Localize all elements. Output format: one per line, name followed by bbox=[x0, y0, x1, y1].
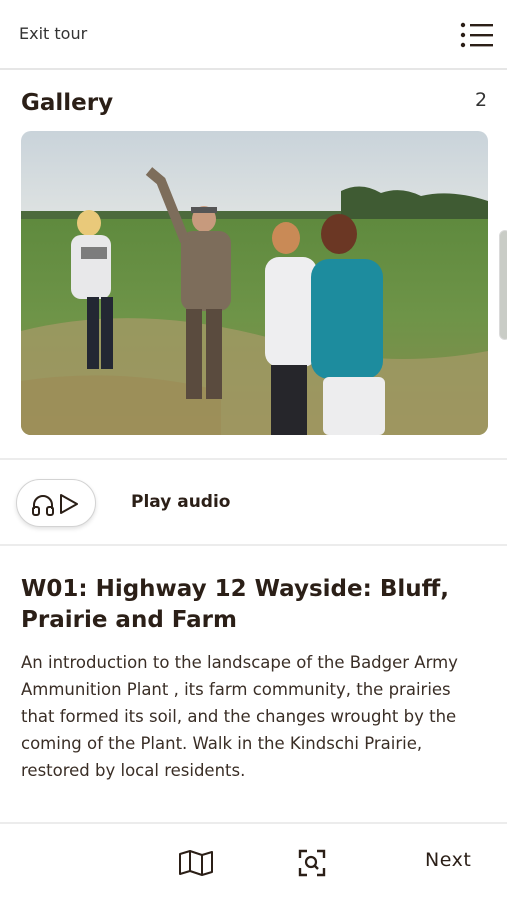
play-audio-label[interactable]: Play audio bbox=[131, 492, 231, 512]
bottom-nav: Next bbox=[0, 822, 507, 900]
top-bar: Exit tour bbox=[0, 0, 507, 70]
list-menu-icon[interactable] bbox=[460, 22, 494, 48]
gallery-title: Gallery bbox=[21, 90, 114, 116]
play-audio-button[interactable] bbox=[16, 479, 96, 527]
exit-tour-link[interactable]: Exit tour bbox=[19, 24, 87, 43]
gallery-count: 2 bbox=[475, 89, 488, 111]
audio-section: Play audio bbox=[0, 458, 507, 546]
scan-search-icon[interactable] bbox=[298, 849, 326, 877]
stop-title: W01: Highway 12 Wayside: Bluff, Prairie … bbox=[21, 576, 449, 633]
headphones-play-icon bbox=[32, 494, 78, 516]
photo-image bbox=[21, 131, 488, 435]
gallery-photo[interactable] bbox=[21, 131, 488, 435]
next-button[interactable]: Next bbox=[425, 849, 471, 871]
map-icon[interactable] bbox=[178, 850, 214, 876]
next-photo-preview[interactable] bbox=[499, 230, 507, 340]
stop-description: An introduction to the landscape of the … bbox=[21, 653, 458, 780]
